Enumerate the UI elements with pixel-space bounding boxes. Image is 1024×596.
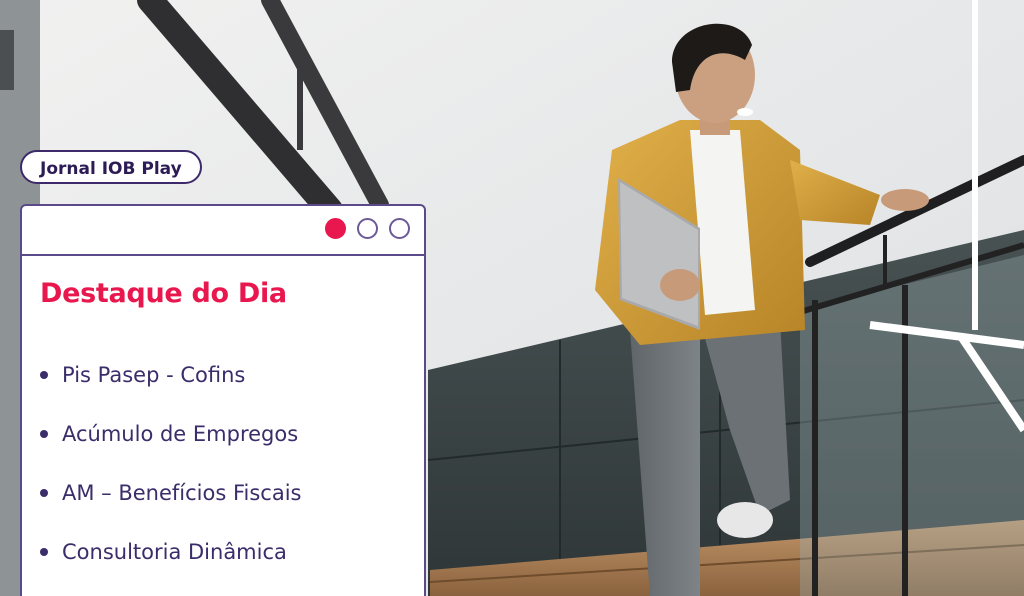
card-header [22, 206, 424, 256]
list-item: AM – Benefícios Fiscais [40, 463, 424, 522]
jornal-badge: Jornal IOB Play [20, 150, 202, 184]
slide-stage: Jornal IOB Play Destaque do Dia Pis Pase… [0, 0, 1024, 596]
pager-dot-1[interactable] [325, 218, 346, 239]
bullet-icon [40, 429, 48, 438]
list-item-label: Consultoria Dinâmica [62, 539, 287, 564]
list-item: Acúmulo de Empregos [40, 404, 424, 463]
highlight-list: Pis Pasep - Cofins Acúmulo de Empregos A… [22, 345, 424, 581]
glass-balustrade [800, 255, 1024, 596]
list-item: Pis Pasep - Cofins [40, 345, 424, 404]
bullet-icon [40, 370, 48, 379]
list-item-label: AM – Benefícios Fiscais [62, 480, 302, 505]
pager-dots [325, 218, 410, 239]
list-item-label: Pis Pasep - Cofins [62, 362, 246, 387]
highlight-card: Destaque do Dia Pis Pasep - Cofins Acúmu… [20, 204, 426, 596]
bullet-icon [40, 547, 48, 556]
list-item-label: Acúmulo de Empregos [62, 421, 299, 446]
pager-dot-2[interactable] [357, 218, 378, 239]
bullet-icon [40, 488, 48, 497]
pager-dot-3[interactable] [389, 218, 410, 239]
card-title: Destaque do Dia [40, 278, 287, 309]
list-item: Consultoria Dinâmica [40, 522, 424, 581]
